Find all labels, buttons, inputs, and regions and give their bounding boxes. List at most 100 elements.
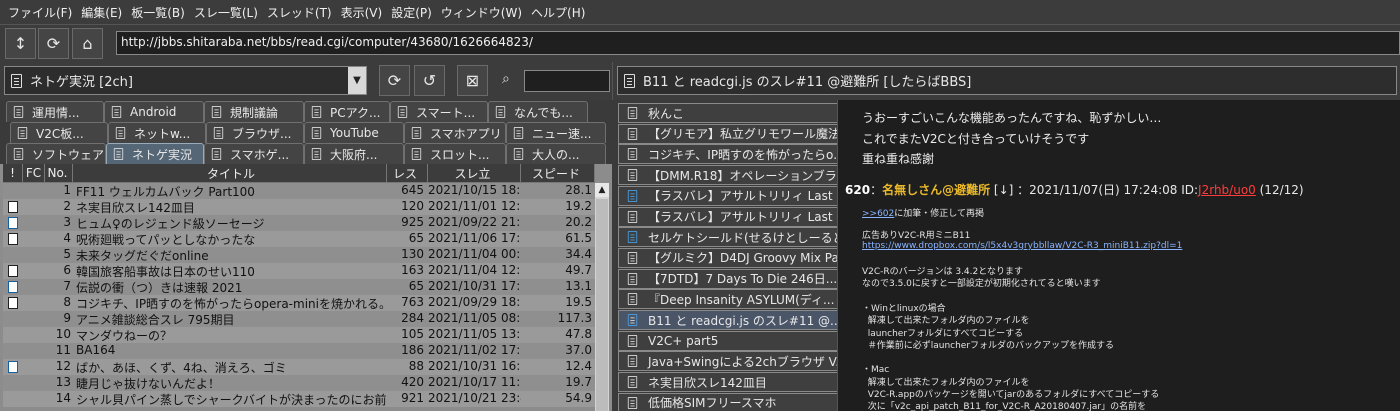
row-fc xyxy=(23,359,45,375)
table-row[interactable]: 14 シャル貝パイン蒸しでシャークバイトが決まったのにお前らはFFか 921 2021… xyxy=(3,391,595,407)
tab-board-18[interactable]: 大人の... xyxy=(506,143,606,164)
post-id[interactable]: J2rhb/uo0 xyxy=(1198,183,1256,197)
col-flag[interactable]: ! xyxy=(3,164,23,183)
tab-board-1[interactable]: 運用情... xyxy=(6,101,104,122)
table-row[interactable]: 13 睫月じゃ抜けないんだよ！ 420 2021/10/17 11:06 19.7 xyxy=(3,375,595,391)
tab-board-3[interactable]: 規制議論 xyxy=(204,101,304,122)
prev-post-line: これでまたV2Cと付き合っていけそうです xyxy=(862,132,1090,146)
tab-board-13[interactable]: ソフトウェア xyxy=(6,143,106,164)
col-created[interactable]: スレ立 xyxy=(428,164,521,183)
table-row[interactable]: 8 コジキチ、IP晒すのを怖がったらopera-miniを焼かれる。22 763 20… xyxy=(3,295,595,311)
tab-board-8[interactable]: ネットw... xyxy=(108,122,206,143)
chevron-down-icon[interactable]: ▼ xyxy=(348,67,366,94)
table-row[interactable]: 3 ヒュム♀のレジェンド級ソーセージ 925 2021/09/22 21:01 20.2 xyxy=(3,215,595,231)
tab-board-16[interactable]: 大阪府... xyxy=(304,143,404,164)
col-title[interactable]: タイトル xyxy=(73,164,387,183)
table-row[interactable]: 4 呪術廻戦ってパッとしなかったな 65 2021/11/06 17:19 61.5 xyxy=(3,231,595,247)
menu-thread-list[interactable]: スレ一覧(L) xyxy=(190,4,262,21)
col-no[interactable]: No. xyxy=(45,164,73,183)
menu-view[interactable]: 表示(V) xyxy=(337,4,387,21)
download-link[interactable]: https://www.dropbox.com/s/l5x4v3grybblla… xyxy=(862,241,1182,251)
table-row[interactable]: 7 伝説の衝（つ）きは速報 2021 65 2021/10/31 17:31 13.1 xyxy=(3,279,595,295)
table-row[interactable]: 11 BA164 186 2021/11/02 17:58 37.0 xyxy=(3,343,595,359)
thread-list-item[interactable]: 【ラスバレ】アサルトリリィ Last Bull... xyxy=(618,185,837,206)
menu-window[interactable]: ウィンドウ(W) xyxy=(437,4,526,21)
thread-list-item[interactable]: コジキチ、IP晒すのを怖がったらo... xyxy=(618,144,837,165)
tab-board-11[interactable]: スマホアプリ xyxy=(404,122,506,143)
tab-board-17[interactable]: スロット... xyxy=(404,143,506,164)
document-icon xyxy=(624,73,635,88)
download-link-text[interactable]: https://www.dropbox.com/s/l5x4v3grybblla… xyxy=(862,241,1182,251)
thread-list-item[interactable]: 『Deep Insanity ASYLUM(ディ... xyxy=(618,289,837,310)
thread-list-item[interactable]: 秋んこ xyxy=(618,103,837,123)
undo-button[interactable]: ↺ xyxy=(414,65,445,96)
reply-anchor-link[interactable]: >>602 xyxy=(862,209,894,219)
row-flag xyxy=(3,327,23,343)
document-icon xyxy=(113,148,124,160)
table-row[interactable]: 12 ばか、あほ、くず、4ね、消えろ、ゴミ 88 2021/10/31 16:15 12… xyxy=(3,359,595,375)
tab-board-4[interactable]: PCアク... xyxy=(304,101,390,122)
menu-edit[interactable]: 編集(E) xyxy=(77,4,126,21)
menu-boards[interactable]: 板一覧(B) xyxy=(127,4,189,21)
row-no: 4 xyxy=(63,231,71,245)
search-input[interactable] xyxy=(524,70,610,92)
table-row[interactable]: 6 韓国旅客船事故は日本のせい110 163 2021/11/04 12:01 49.7 xyxy=(3,263,595,279)
thread-list-item[interactable]: 【ラスバレ】アサルトリリィ Last Bull... xyxy=(618,206,837,227)
thread-list-item[interactable]: Java+Swingによる2chブラウザ V... xyxy=(618,351,837,372)
row-speed: 12.4 xyxy=(565,359,592,373)
col-speed[interactable]: スピード xyxy=(521,164,595,183)
table-row[interactable]: 1 FF11 ウェルカムバック Part100 645 2021/10/15 18:5… xyxy=(3,183,595,199)
tab-board-6[interactable]: なんでも... xyxy=(488,101,588,122)
post-body-line: なので3.5.0に戻すと一部設定が初期化されてると嘆います xyxy=(862,279,1101,290)
thread-list-item[interactable]: 低価格SIMフリースマホ xyxy=(618,392,837,411)
document-icon xyxy=(211,148,222,160)
tab-board-14-active[interactable]: ネトゲ実況 xyxy=(106,143,204,164)
table-row[interactable]: 9 アニメ雑談総合スレ 795期目 284 2021/11/05 08:35 117.3 xyxy=(3,311,595,327)
thread-list-item[interactable]: B11 と readcgi.js のスレ#11 @... xyxy=(618,310,837,330)
thread-list-item[interactable]: 【グリモア】私立グリモワール魔法学... xyxy=(618,123,837,144)
tab-board-2[interactable]: Android xyxy=(104,101,204,122)
document-icon xyxy=(8,281,18,293)
menu-file[interactable]: ファイル(F) xyxy=(4,4,76,21)
tab-board-12[interactable]: ニュー速... xyxy=(506,122,606,143)
thread-list-item[interactable]: V2C+ part5 xyxy=(618,330,837,351)
document-icon xyxy=(627,210,638,223)
col-res[interactable]: レス xyxy=(387,164,428,183)
url-input[interactable]: http://jbbs.shitaraba.net/bbs/read.cgi/c… xyxy=(116,31,1400,55)
thread-list-item[interactable]: 【DMM.R18】オペレーションブラック... xyxy=(618,165,837,186)
table-scrollbar[interactable]: ▲ xyxy=(595,183,609,411)
thread-list-item[interactable]: ネ実目欣スレ142皿目 xyxy=(618,372,837,393)
close-board-button[interactable]: ⊠ xyxy=(457,65,488,96)
reply-text: に加筆・修正して再掲 xyxy=(894,209,984,219)
tab-board-10[interactable]: YouTube xyxy=(304,122,404,143)
table-row[interactable]: 2 ネ実目欣スレ142皿目 120 2021/11/01 12:57 19.2 xyxy=(3,199,595,215)
document-icon xyxy=(8,361,18,373)
post-number[interactable]: 620 xyxy=(845,183,870,197)
table-row[interactable]: 5 未来タッグだぐだonline 130 2021/11/04 00:01 34.4 xyxy=(3,247,595,263)
table-row[interactable]: 10 マンダウねーの？ 105 2021/11/05 13:57 47.8 xyxy=(3,327,595,343)
scroll-thumb[interactable] xyxy=(596,199,608,411)
reorder-button[interactable]: ↕ xyxy=(5,28,36,59)
row-created: 2021/11/02 17:58 xyxy=(428,343,521,357)
board-select[interactable]: ネトゲ実況 [2ch] ▼ xyxy=(4,66,367,95)
menu-thread[interactable]: スレッド(T) xyxy=(263,4,336,21)
thread-list-item[interactable]: 【7DTD】7 Days To Die 246日... xyxy=(618,268,837,289)
refresh-board-button[interactable]: ⟳ xyxy=(38,28,69,59)
post-body-line: 次に「v2c_api_patch_B11_for_V2C-R_A20180407… xyxy=(862,402,1147,411)
menu-settings[interactable]: 設定(P) xyxy=(387,4,436,21)
col-fc[interactable]: FC xyxy=(23,164,45,183)
thread-title-field[interactable]: B11 と readcgi.js のスレ#11 @避難所 [したらばBBS] xyxy=(617,66,1397,95)
tab-board-15[interactable]: スマホゲ... xyxy=(204,143,304,164)
scroll-up-icon[interactable]: ▲ xyxy=(595,183,609,197)
reply-arrow-icon[interactable]: [↓] xyxy=(994,183,1013,197)
thread-list-item[interactable]: セルケトシールド(せるけとしーるど/S... xyxy=(618,227,837,248)
tab-label: Android xyxy=(130,105,177,119)
row-title: 呪術廻戦ってパッとしなかったな xyxy=(76,233,256,247)
menu-help[interactable]: ヘルプ(H) xyxy=(527,4,589,21)
board-refresh-button[interactable]: ⟳ xyxy=(379,65,410,96)
thread-list-item[interactable]: 【グルミク】D4DJ Groovy Mix Pa... xyxy=(618,247,837,268)
screenshot-button[interactable]: ⌂ xyxy=(72,28,103,59)
tab-board-9[interactable]: ブラウザ... xyxy=(206,122,304,143)
tab-board-7[interactable]: V2C板... xyxy=(10,122,108,143)
tab-board-5[interactable]: スマート... xyxy=(390,101,488,122)
